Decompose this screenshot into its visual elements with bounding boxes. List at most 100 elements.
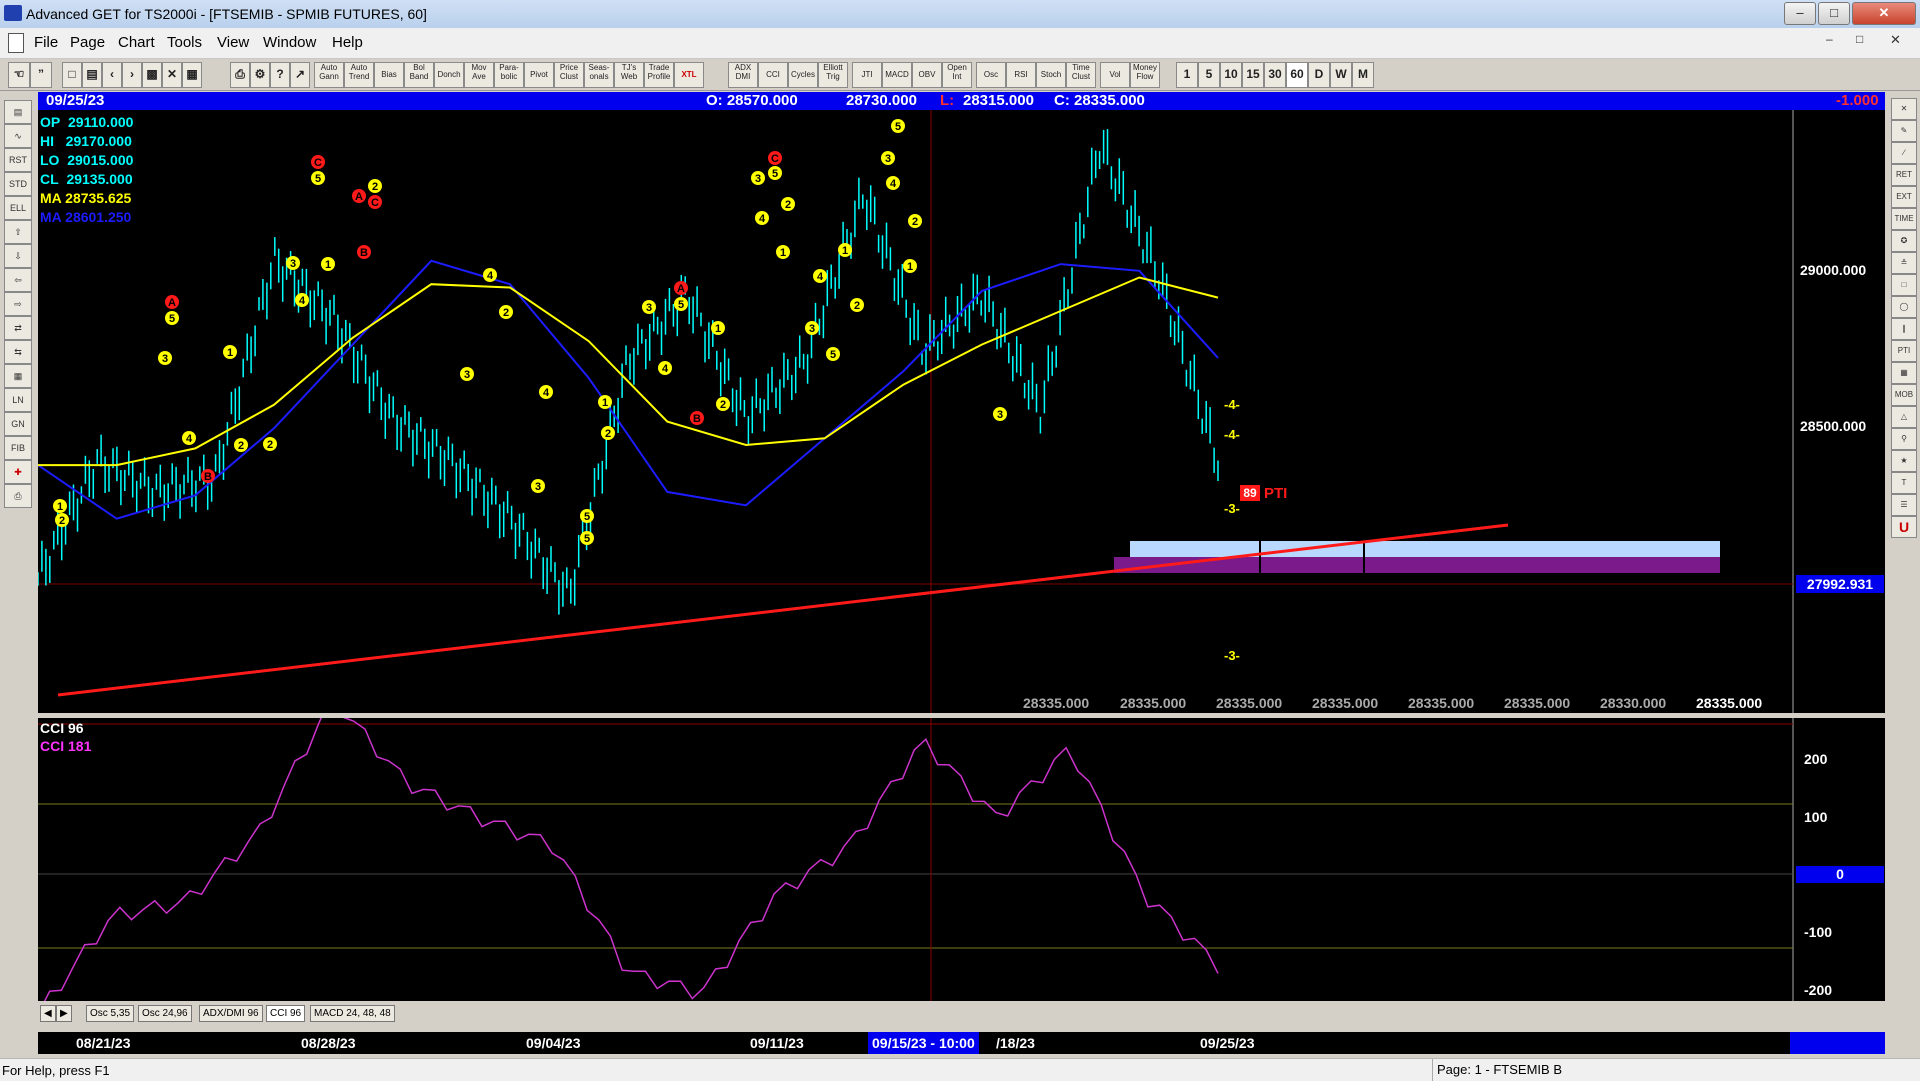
expand-icon[interactable]: ⇆ [4,340,32,364]
cci-panel[interactable]: CCI 96 CCI 181 200 100 0 -100 -200 [37,696,1885,1015]
box-icon[interactable]: □ [1891,274,1917,296]
study-icon[interactable]: STD [4,172,32,196]
study-macd[interactable]: MACD [882,62,912,88]
study-stoch[interactable]: Stoch [1036,62,1066,88]
tab-osc-24-96[interactable]: Osc 24,96 [138,1005,192,1022]
arrow-down-icon[interactable]: ⇩ [4,244,32,268]
reset-icon[interactable]: RST [4,148,32,172]
menu-chart[interactable]: Chart [118,34,155,51]
marker-icon[interactable]: ★ [1891,450,1917,472]
maximize-button[interactable]: □ [1818,2,1850,25]
timeframe-d[interactable]: D [1308,62,1330,88]
document-icon[interactable] [8,33,24,53]
open-icon[interactable]: ▤ [82,62,102,88]
text-tool-icon[interactable]: T [1891,472,1917,494]
menu-help[interactable]: Help [332,34,363,51]
fib-time-icon[interactable]: TIME [1891,208,1917,230]
menu-tools[interactable]: Tools [167,34,202,51]
grid-tool-icon[interactable]: ▦ [1891,362,1917,384]
fib-ext-icon[interactable]: EXT [1891,186,1917,208]
print-icon[interactable]: ⎙ [230,62,250,88]
pti-icon[interactable]: PTI [1891,340,1917,362]
study-cci[interactable]: CCI [758,62,788,88]
timeframe-5[interactable]: 5 [1198,62,1220,88]
study-jti[interactable]: JTI [852,62,882,88]
menu-view[interactable]: View [217,34,249,51]
tab-scroll-right[interactable]: ▶ [56,1005,72,1022]
study-bias[interactable]: Bias [374,62,404,88]
menu-file[interactable]: File [34,34,58,51]
timeframe-1[interactable]: 1 [1176,62,1198,88]
menu-window[interactable]: Window [263,34,316,51]
arrow-right-icon[interactable]: ⇨ [4,292,32,316]
mdi-restore-button[interactable]: □ [1856,32,1878,50]
delete-icon[interactable]: ✕ [162,62,182,88]
study-price-clust[interactable]: Price Clust [554,62,584,88]
fib-icon[interactable]: FIB [4,436,32,460]
pointer-icon[interactable]: ☜ [8,62,30,88]
tab-adx-dmi-96[interactable]: ADX/DMI 96 [199,1005,263,1022]
study-auto-trend[interactable]: Auto Trend [344,62,374,88]
lines-icon[interactable]: LN [4,388,32,412]
study-obv[interactable]: OBV [912,62,942,88]
study-xtl[interactable]: XTL [674,62,704,88]
spiral-icon[interactable]: ✪ [1891,230,1917,252]
study-osc[interactable]: Osc [976,62,1006,88]
study-seasonals[interactable]: Seas-onals [584,62,614,88]
close-button[interactable]: ✕ [1852,2,1916,25]
channel-icon[interactable]: ∥ [1891,318,1917,340]
timeframe-w[interactable]: W [1330,62,1352,88]
timeframe-m[interactable]: M [1352,62,1374,88]
draw-line-icon[interactable]: ∕ [1891,142,1917,164]
undo-icon[interactable]: U [1891,516,1917,538]
table-icon[interactable]: ▦ [4,364,32,388]
forward-icon[interactable]: › [122,62,142,88]
study-tjs-web[interactable]: TJ's Web [614,62,644,88]
timeframe-60[interactable]: 60 [1286,62,1308,88]
study-parabolic[interactable]: Para-bolic [494,62,524,88]
mdi-close-button[interactable]: ✕ [1890,32,1912,50]
mdi-minimize-button[interactable]: – [1826,32,1848,50]
study-adx-dmi[interactable]: ADX DMI [728,62,758,88]
help-context-icon[interactable]: ? [270,62,290,88]
price-chart[interactable]: 123425AB12341C5A2CB34243125535A412B34C52… [37,110,1885,713]
zoom-icon[interactable]: ⚲ [1891,428,1917,450]
study-pivot[interactable]: Pivot [524,62,554,88]
study-rsi[interactable]: RSI [1006,62,1036,88]
timeframe-10[interactable]: 10 [1220,62,1242,88]
tab-macd-24-48-48[interactable]: MACD 24, 48, 48 [310,1005,395,1022]
print-setup-icon[interactable]: ⎙ [4,484,32,508]
fan-icon[interactable]: ≗ [1891,252,1917,274]
wave-icon[interactable]: ∿ [4,124,32,148]
study-vol[interactable]: Vol [1100,62,1130,88]
minimize-button[interactable]: – [1784,2,1816,25]
study-trade-profile[interactable]: Trade Profile [644,62,674,88]
delete-drawing-icon[interactable]: ✕ [1891,98,1917,120]
open-folder-icon[interactable]: ▤ [4,100,32,124]
layers-icon[interactable]: ☰ [1891,494,1917,516]
study-auto-gann[interactable]: Auto Gann [314,62,344,88]
study-cycles[interactable]: Cycles [788,62,818,88]
tick-icon[interactable]: ” [30,62,52,88]
tab-scroll-left[interactable]: ◀ [40,1005,56,1022]
crosshair-icon[interactable]: ✚ [4,460,32,484]
mob-icon[interactable]: MOB [1891,384,1917,406]
study-mov-ave[interactable]: Mov Ave [464,62,494,88]
info-icon[interactable]: ↗ [290,62,310,88]
elliott-icon[interactable]: ELL [4,196,32,220]
study-donch[interactable]: Donch [434,62,464,88]
study-elliott-trig[interactable]: Elliott Trig [818,62,848,88]
menu-page[interactable]: Page [70,34,105,51]
gann-icon[interactable]: GN [4,412,32,436]
fib-ret-icon[interactable]: RET [1891,164,1917,186]
grid-icon[interactable]: ▦ [182,62,202,88]
layout-icon[interactable]: ▩ [142,62,162,88]
arrow-up-icon[interactable]: ⇧ [4,220,32,244]
pen-icon[interactable]: ✎ [1891,120,1917,142]
triangle-icon[interactable]: △ [1891,406,1917,428]
study-time-clust[interactable]: Time Clust [1066,62,1096,88]
timeframe-30[interactable]: 30 [1264,62,1286,88]
study-open-int[interactable]: Open Int [942,62,972,88]
back-icon[interactable]: ‹ [102,62,122,88]
ellipse-icon[interactable]: ◯ [1891,296,1917,318]
